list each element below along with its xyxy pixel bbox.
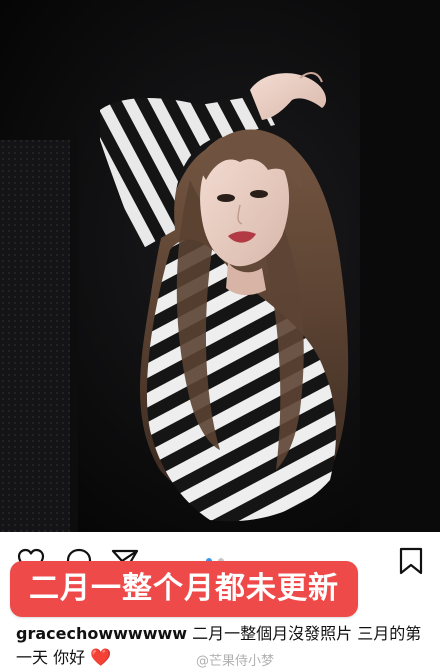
bookmark-icon[interactable] bbox=[396, 546, 426, 576]
watermark: @芒果侍小梦 bbox=[196, 654, 275, 669]
heart-emoji: ❤️ bbox=[90, 648, 112, 668]
caption-username[interactable]: gracechowwwwww bbox=[16, 624, 187, 643]
post-photo-illustration bbox=[0, 0, 440, 532]
post-photo[interactable] bbox=[0, 0, 440, 532]
instagram-post: 二月一整个月都未更新 gracechowwwwww 二月一整個月沒發照片 三月的… bbox=[0, 0, 440, 671]
highlight-banner: 二月一整个月都未更新 bbox=[10, 561, 358, 617]
